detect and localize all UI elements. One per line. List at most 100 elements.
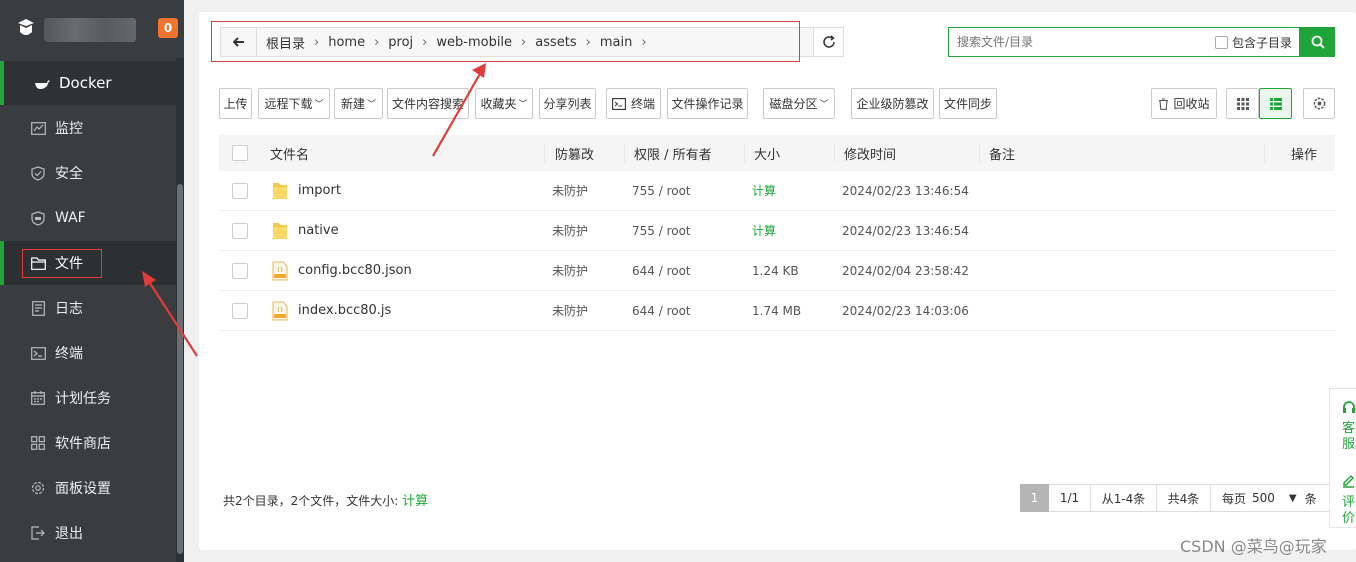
permission[interactable]: 755 / root bbox=[632, 211, 691, 250]
protect-status[interactable]: 未防护 bbox=[552, 171, 588, 210]
upload-label: 上传 bbox=[223, 97, 248, 111]
calendar-icon bbox=[30, 390, 46, 406]
enterprise-protect-button[interactable]: 企业级防篡改 bbox=[851, 88, 934, 119]
operation-log-button[interactable]: 文件操作记录 bbox=[667, 88, 748, 119]
chevron-down-icon: ▼ bbox=[1288, 492, 1297, 504]
content-search-button[interactable]: 文件内容搜索 bbox=[387, 88, 469, 119]
search-icon bbox=[1311, 35, 1325, 49]
list-view-button[interactable] bbox=[1259, 88, 1292, 119]
protect-status[interactable]: 未防护 bbox=[552, 251, 588, 290]
sidebar-item-label: 面板设置 bbox=[55, 481, 111, 497]
terminal-label: 终端 bbox=[630, 97, 655, 111]
include-subdir-checkbox[interactable] bbox=[1215, 36, 1228, 49]
sidebar-item-settings[interactable]: 面板设置 bbox=[0, 466, 176, 510]
apps-icon bbox=[30, 435, 46, 451]
table-row[interactable]: native 未防护 755 / root 计算 2024/02/23 13:4… bbox=[219, 211, 1335, 251]
enterprise-protect-label: 企业级防篡改 bbox=[856, 97, 929, 111]
watermark: CSDN @菜鸟@玩家 bbox=[1180, 537, 1327, 556]
sidebar-scroll-thumb[interactable] bbox=[177, 184, 183, 554]
size-calc-link[interactable]: 计算 bbox=[752, 211, 776, 250]
sidebar-item-store[interactable]: 软件商店 bbox=[0, 421, 176, 465]
sidebar-item-docker[interactable]: Docker bbox=[0, 61, 176, 105]
col-protect[interactable]: 防篡改 bbox=[555, 135, 594, 171]
size-calc-link[interactable]: 计算 bbox=[402, 494, 428, 509]
search-button[interactable] bbox=[1300, 27, 1335, 57]
sidebar-item-waf[interactable]: WAF bbox=[0, 196, 176, 240]
terminal-button[interactable]: 终端 bbox=[606, 88, 661, 119]
search-input[interactable] bbox=[949, 29, 1199, 55]
include-subdir-toggle[interactable]: 包含子目录 bbox=[1215, 34, 1292, 51]
share-list-button[interactable]: 分享列表 bbox=[539, 88, 596, 119]
file-name[interactable]: config.bcc80.json bbox=[298, 251, 412, 290]
upload-button[interactable]: 上传 bbox=[219, 88, 252, 119]
table-row[interactable]: import 未防护 755 / root 计算 2024/02/23 13:4… bbox=[219, 171, 1335, 211]
sidebar-item-cron[interactable]: 计划任务 bbox=[0, 376, 176, 420]
row-checkbox[interactable] bbox=[232, 222, 248, 239]
sidebar-item-logout[interactable]: 退出 bbox=[0, 511, 176, 555]
file-name[interactable]: native bbox=[298, 211, 339, 250]
sidebar-item-terminal[interactable]: 终端 bbox=[0, 331, 176, 375]
protect-status[interactable]: 未防护 bbox=[552, 291, 588, 330]
recycle-bin-button[interactable]: 回收站 bbox=[1151, 88, 1217, 119]
sidebar-item-security[interactable]: 安全 bbox=[0, 151, 176, 195]
sidebar-item-logs[interactable]: 日志 bbox=[0, 286, 176, 330]
avatar[interactable] bbox=[44, 18, 136, 42]
search-box: 包含子目录 bbox=[948, 27, 1300, 57]
grid-view-button[interactable] bbox=[1226, 88, 1259, 119]
table-row[interactable]: {} config.bcc80.json 未防护 644 / root 1.24… bbox=[219, 251, 1335, 291]
table-row[interactable]: {} index.bcc80.js 未防护 644 / root 1.74 MB… bbox=[219, 291, 1335, 331]
grid-icon bbox=[1236, 97, 1249, 110]
row-checkbox[interactable] bbox=[232, 302, 248, 319]
docker-icon bbox=[34, 75, 50, 91]
col-size[interactable]: 大小 bbox=[754, 135, 780, 171]
sidebar: 0 Docker 监控 安全 WAF 文件 日志 终端 计划任务 软件商店 面板… bbox=[0, 0, 184, 562]
edit-icon bbox=[1343, 475, 1354, 488]
file-sync-button[interactable]: 文件同步 bbox=[939, 88, 997, 119]
table-header: 文件名 防篡改 权限 / 所有者 大小 修改时间 备注 操作 bbox=[219, 135, 1335, 171]
row-checkbox[interactable] bbox=[232, 262, 248, 279]
select-all-checkbox[interactable] bbox=[232, 145, 248, 161]
customer-service-link[interactable]: 客服 bbox=[1342, 421, 1356, 453]
refresh-button[interactable] bbox=[813, 27, 844, 57]
sidebar-scrollbar[interactable] bbox=[176, 58, 184, 562]
notification-badge[interactable]: 0 bbox=[158, 18, 178, 38]
sidebar-item-monitor[interactable]: 监控 bbox=[0, 106, 176, 150]
select-all-cell bbox=[232, 135, 248, 171]
col-name[interactable]: 文件名 bbox=[270, 135, 309, 171]
column-divider bbox=[744, 144, 745, 162]
log-icon bbox=[30, 300, 46, 316]
settings-button[interactable] bbox=[1303, 88, 1335, 119]
annotation-box-files bbox=[22, 249, 102, 278]
sidebar-item-label: Docker bbox=[59, 74, 112, 92]
permission[interactable]: 755 / root bbox=[632, 171, 691, 210]
permission[interactable]: 644 / root bbox=[632, 291, 691, 330]
file-name[interactable]: import bbox=[298, 171, 341, 210]
file-name[interactable]: index.bcc80.js bbox=[298, 291, 391, 330]
column-divider bbox=[624, 144, 625, 162]
svg-text:{}: {} bbox=[277, 267, 283, 273]
disk-partition-label: 磁盘分区 bbox=[769, 97, 818, 111]
page-button-current[interactable]: 1 bbox=[1020, 484, 1049, 512]
sidebar-item-label: 日志 bbox=[55, 301, 83, 317]
sidebar-item-label: 终端 bbox=[55, 346, 83, 362]
protect-status[interactable]: 未防护 bbox=[552, 211, 588, 250]
page-size-unit: 条 bbox=[1304, 491, 1317, 506]
new-button[interactable]: 新建 ﹀ bbox=[334, 88, 383, 119]
review-link[interactable]: 评价 bbox=[1342, 495, 1356, 527]
page-size-value: 500 bbox=[1252, 491, 1275, 505]
column-divider bbox=[834, 144, 835, 162]
logo-icon bbox=[18, 19, 34, 35]
row-checkbox[interactable] bbox=[232, 182, 248, 199]
page-size-select[interactable]: 500 ▼ bbox=[1252, 491, 1297, 505]
remote-download-button[interactable]: 远程下载 ﹀ bbox=[258, 88, 330, 119]
size-calc-link[interactable]: 计算 bbox=[752, 171, 776, 210]
favorites-button[interactable]: 收藏夹 ﹀ bbox=[475, 88, 533, 119]
disk-partition-button[interactable]: 磁盘分区 ﹀ bbox=[763, 88, 835, 119]
terminal-icon bbox=[612, 97, 626, 110]
monitor-icon bbox=[30, 120, 46, 136]
chevron-down-icon: ﹀ bbox=[367, 100, 377, 110]
chevron-down-icon: ﹀ bbox=[518, 100, 528, 110]
col-perm[interactable]: 权限 / 所有者 bbox=[634, 135, 712, 171]
col-mtime[interactable]: 修改时间 bbox=[844, 135, 896, 171]
permission[interactable]: 644 / root bbox=[632, 251, 691, 290]
